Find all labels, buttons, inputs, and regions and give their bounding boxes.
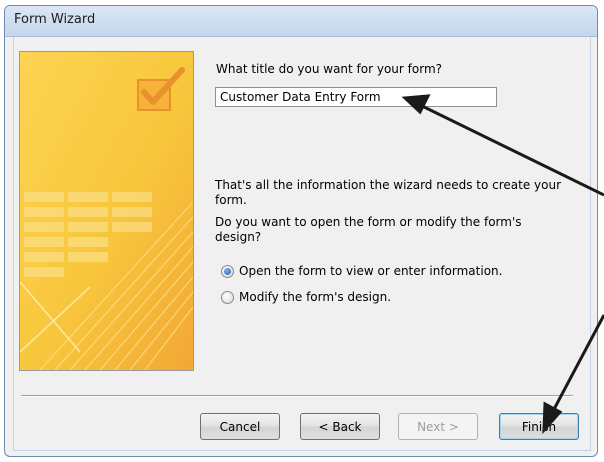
radio-button-unselected[interactable]	[221, 291, 234, 304]
button-separator	[21, 395, 573, 397]
wizard-illustration	[19, 51, 194, 371]
wizard-info-text: That's all the information the wizard ne…	[215, 178, 570, 245]
window-title: Form Wizard	[14, 12, 96, 27]
radio-button-selected[interactable]	[221, 265, 234, 278]
open-or-modify-question: Do you want to open the form or modify t…	[215, 215, 522, 244]
finish-button[interactable]: Finish	[499, 413, 579, 440]
wizard-illustration-graphic	[20, 52, 193, 370]
back-button[interactable]: < Back	[300, 413, 380, 440]
radio-open-form-label: Open the form to view or enter informati…	[239, 264, 503, 278]
info-text: That's all the information the wizard ne…	[215, 178, 562, 207]
cancel-button[interactable]: Cancel	[200, 413, 280, 440]
title-bar[interactable]: Form Wizard	[5, 6, 597, 37]
radio-modify-design-label: Modify the form's design.	[239, 290, 392, 304]
form-title-prompt: What title do you want for your form?	[216, 62, 443, 76]
next-button[interactable]: Next >	[398, 413, 478, 440]
form-title-input[interactable]: Customer Data Entry Form	[215, 87, 497, 107]
